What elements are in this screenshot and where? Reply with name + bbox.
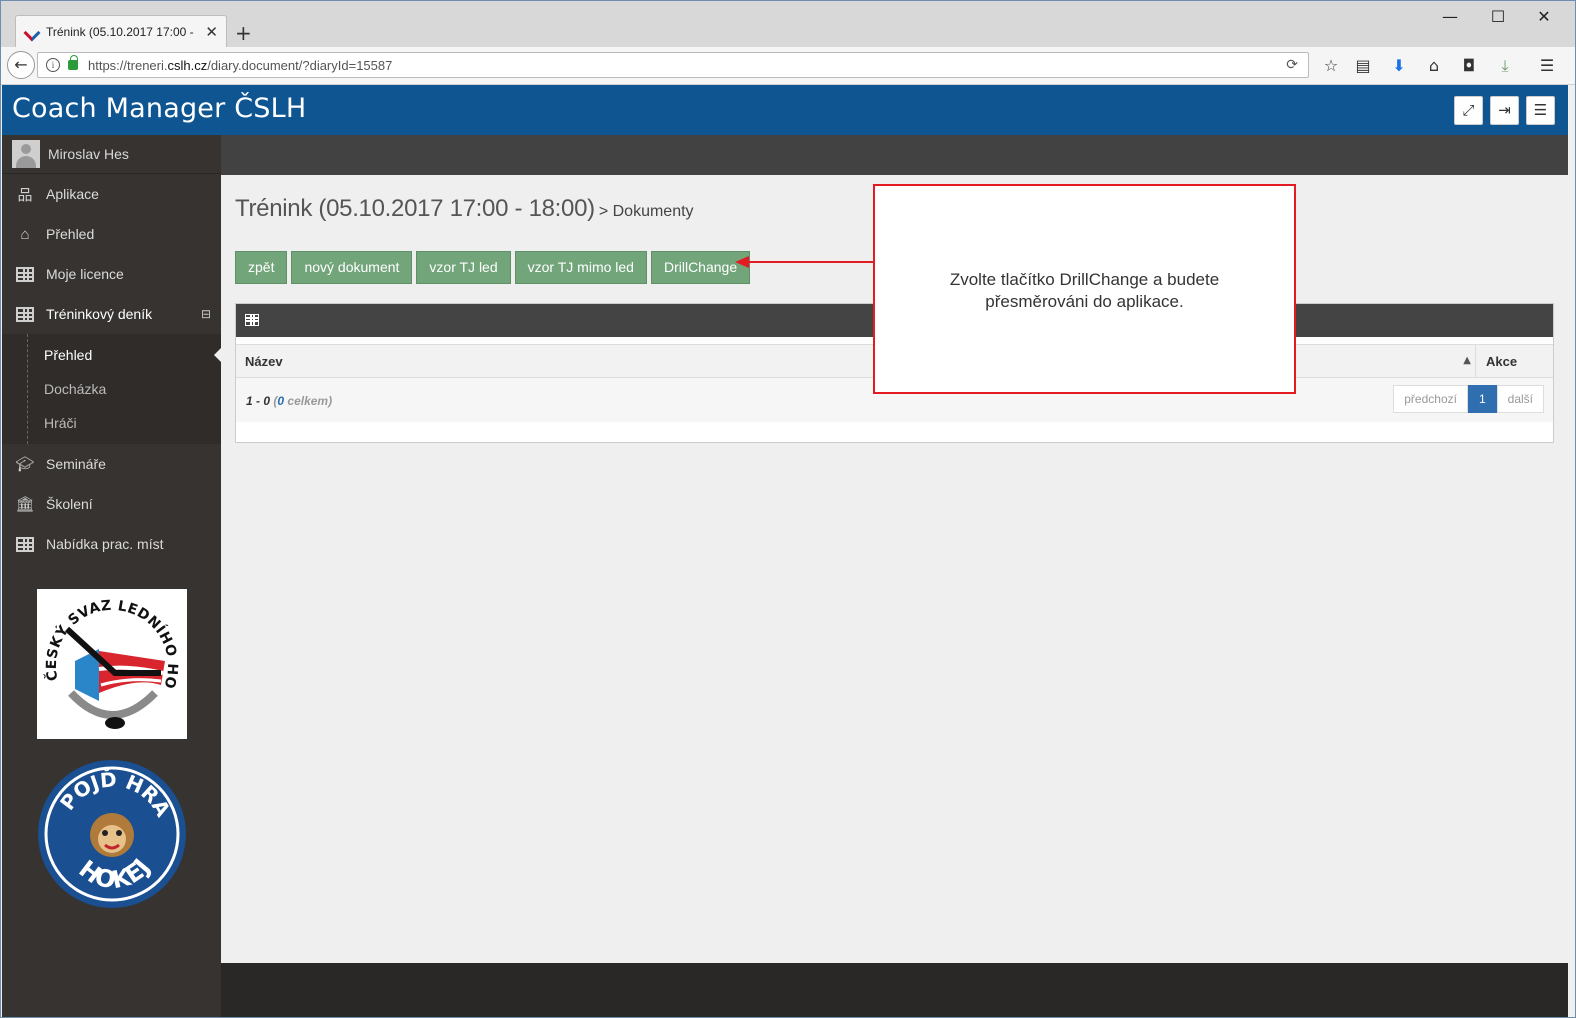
browser-navbar: ← i https://treneri.cslh.cz/diary.docume… — [1, 47, 1575, 85]
reading-list-icon[interactable]: ▤ — [1353, 56, 1373, 75]
downloads-icon[interactable]: ⤓ — [1495, 56, 1515, 76]
page-subtitle: > Dokumenty — [598, 203, 694, 220]
browser-window: Trénink (05.10.2017 17:00 - 18: ✕ + — ☐ … — [0, 0, 1576, 1018]
back-arrow-icon[interactable]: ← — [7, 51, 35, 79]
cslh-logo[interactable]: ČESKÝ SVAZ LEDNÍHO HOKEJE — [31, 577, 187, 739]
instruction-callout: Zvolte tlačítko DrillChange a budete pře… — [873, 184, 1296, 394]
tab-title: Trénink (05.10.2017 17:00 - 18: — [46, 24, 196, 39]
reload-icon[interactable]: ⟳ — [1286, 57, 1298, 73]
column-header-actions: Akce — [1475, 345, 1553, 377]
template-off-ice-button[interactable]: vzor TJ mimo led — [514, 251, 647, 284]
record-count: 1 - 0 (0 celkem) — [246, 394, 333, 408]
sidebar-item-prehled[interactable]: ⌂ Přehled — [2, 214, 221, 254]
template-ice-button[interactable]: vzor TJ led — [416, 251, 511, 284]
sidebar-item-label: Tréninkový deník — [46, 306, 153, 322]
sidebar-item-nabidka-prac-mist[interactable]: Nabídka prac. míst — [2, 524, 221, 564]
menu-hamburger-icon[interactable]: ☰ — [1537, 56, 1557, 75]
institution-icon: 🏛︎ — [15, 496, 35, 513]
column-header-name[interactable]: Název — [245, 354, 283, 369]
table-icon — [16, 266, 34, 282]
maximize-icon[interactable]: ☐ — [1483, 7, 1513, 26]
pocket-icon[interactable]: ◘ — [1459, 56, 1479, 75]
new-document-button[interactable]: nový dokument — [291, 251, 413, 284]
table-icon — [16, 306, 34, 322]
home-icon: ⌂ — [20, 225, 30, 243]
subnav-item-label: Hráči — [44, 415, 77, 431]
pojd-hrat-hokej-logo[interactable]: POJĎ HRÁT HOKEJ — [30, 740, 187, 909]
sidebar-item-seminare[interactable]: 🎓︎ Semináře — [2, 444, 221, 484]
user-name: Miroslav Hes — [48, 146, 129, 162]
cslh-favicon-icon — [24, 24, 40, 40]
app-title[interactable]: Coach Manager ČSLH — [12, 93, 306, 124]
sidebar-user[interactable]: Miroslav Hes — [2, 135, 221, 174]
avatar — [12, 140, 40, 168]
page-title: Trénink (05.10.2017 17:00 - 18:00) — [235, 195, 595, 222]
sidebar-item-label: Aplikace — [46, 186, 99, 202]
action-buttons: zpět nový dokument vzor TJ led vzor TJ m… — [235, 251, 751, 284]
sidebar-item-treninkovy-denik[interactable]: Tréninkový deník ⊟ — [2, 294, 221, 334]
back-button[interactable]: zpět — [235, 251, 288, 284]
table-icon — [16, 536, 34, 552]
page-footer — [221, 963, 1568, 1017]
logout-icon[interactable]: ⇥ — [1490, 96, 1519, 125]
app-header: Coach Manager ČSLH ⤢ ⇥ ☰ — [2, 85, 1568, 135]
tab-bar: Trénink (05.10.2017 17:00 - 18: ✕ + — ☐ … — [1, 1, 1575, 47]
url-text: https://treneri.cslh.cz/diary.document/?… — [88, 57, 393, 73]
home-toolbar-icon[interactable]: ⌂ — [1424, 56, 1444, 75]
subnav-item-dochazka[interactable]: Docházka — [2, 372, 221, 406]
page-heading: Trénink (05.10.2017 17:00 - 18:00) > Dok… — [235, 195, 694, 223]
subnav-item-prehled[interactable]: Přehled — [2, 338, 221, 372]
menu-icon[interactable]: ☰ — [1526, 96, 1555, 125]
callout-line-1: Zvolte tlačítko DrillChange a budete — [949, 270, 1220, 289]
sidebar-item-label: Školení — [46, 496, 93, 512]
new-tab-icon[interactable]: + — [235, 21, 252, 45]
callout-line-2: přesměrováni do aplikace. — [985, 292, 1184, 311]
pagination-next[interactable]: další — [1496, 385, 1544, 413]
callout-arrow-head — [735, 256, 749, 268]
subnav-item-label: Docházka — [44, 381, 107, 397]
sort-asc-icon[interactable]: ▲ — [1463, 355, 1471, 366]
subnav-item-label: Přehled — [44, 347, 93, 363]
content-topbar — [221, 135, 1568, 175]
sidebar-item-label: Moje licence — [46, 266, 124, 282]
pagination-prev[interactable]: předchozí — [1393, 385, 1468, 413]
info-icon[interactable]: i — [46, 58, 60, 72]
pagination: předchozí 1 další — [1393, 385, 1544, 413]
close-window-icon[interactable]: ✕ — [1529, 7, 1559, 26]
browser-tab[interactable]: Trénink (05.10.2017 17:00 - 18: ✕ — [15, 15, 227, 47]
lock-icon — [68, 55, 78, 70]
sidebar-item-label: Semináře — [46, 456, 106, 472]
close-tab-icon[interactable]: ✕ — [205, 23, 218, 41]
sidebar: Miroslav Hes 品 Aplikace ⌂ Přehled Moje l… — [2, 135, 221, 1017]
sidebar-item-label: Přehled — [46, 226, 95, 242]
sidebar-item-skoleni[interactable]: 🏛︎ Školení — [2, 484, 221, 524]
url-bar[interactable]: i https://treneri.cslh.cz/diary.document… — [37, 52, 1309, 78]
callout-arrow-line — [749, 261, 873, 263]
sidebar-subnav: Přehled Docházka Hráči — [2, 334, 221, 444]
pagination-page[interactable]: 1 — [1467, 385, 1497, 413]
table-icon — [245, 314, 259, 326]
callout-text: Zvolte tlačítko DrillChange a budete pře… — [895, 269, 1274, 313]
sidebar-item-moje-licence[interactable]: Moje licence — [2, 254, 221, 294]
sidebar-item-label: Nabídka prac. míst — [46, 536, 164, 552]
collapse-minus-icon[interactable]: ⊟ — [201, 307, 211, 321]
bookmark-star-icon[interactable]: ☆ — [1321, 56, 1341, 75]
fullscreen-icon[interactable]: ⤢ — [1454, 96, 1483, 125]
subnav-item-hraci[interactable]: Hráči — [2, 406, 221, 440]
minimize-icon[interactable]: — — [1435, 7, 1465, 26]
sidebar-item-aplikace[interactable]: 品 Aplikace — [2, 174, 221, 214]
graduation-cap-icon: 🎓︎ — [15, 456, 35, 473]
download-arrow-icon[interactable]: ⬇ — [1389, 56, 1409, 75]
sitemap-icon: 品 — [17, 186, 33, 204]
